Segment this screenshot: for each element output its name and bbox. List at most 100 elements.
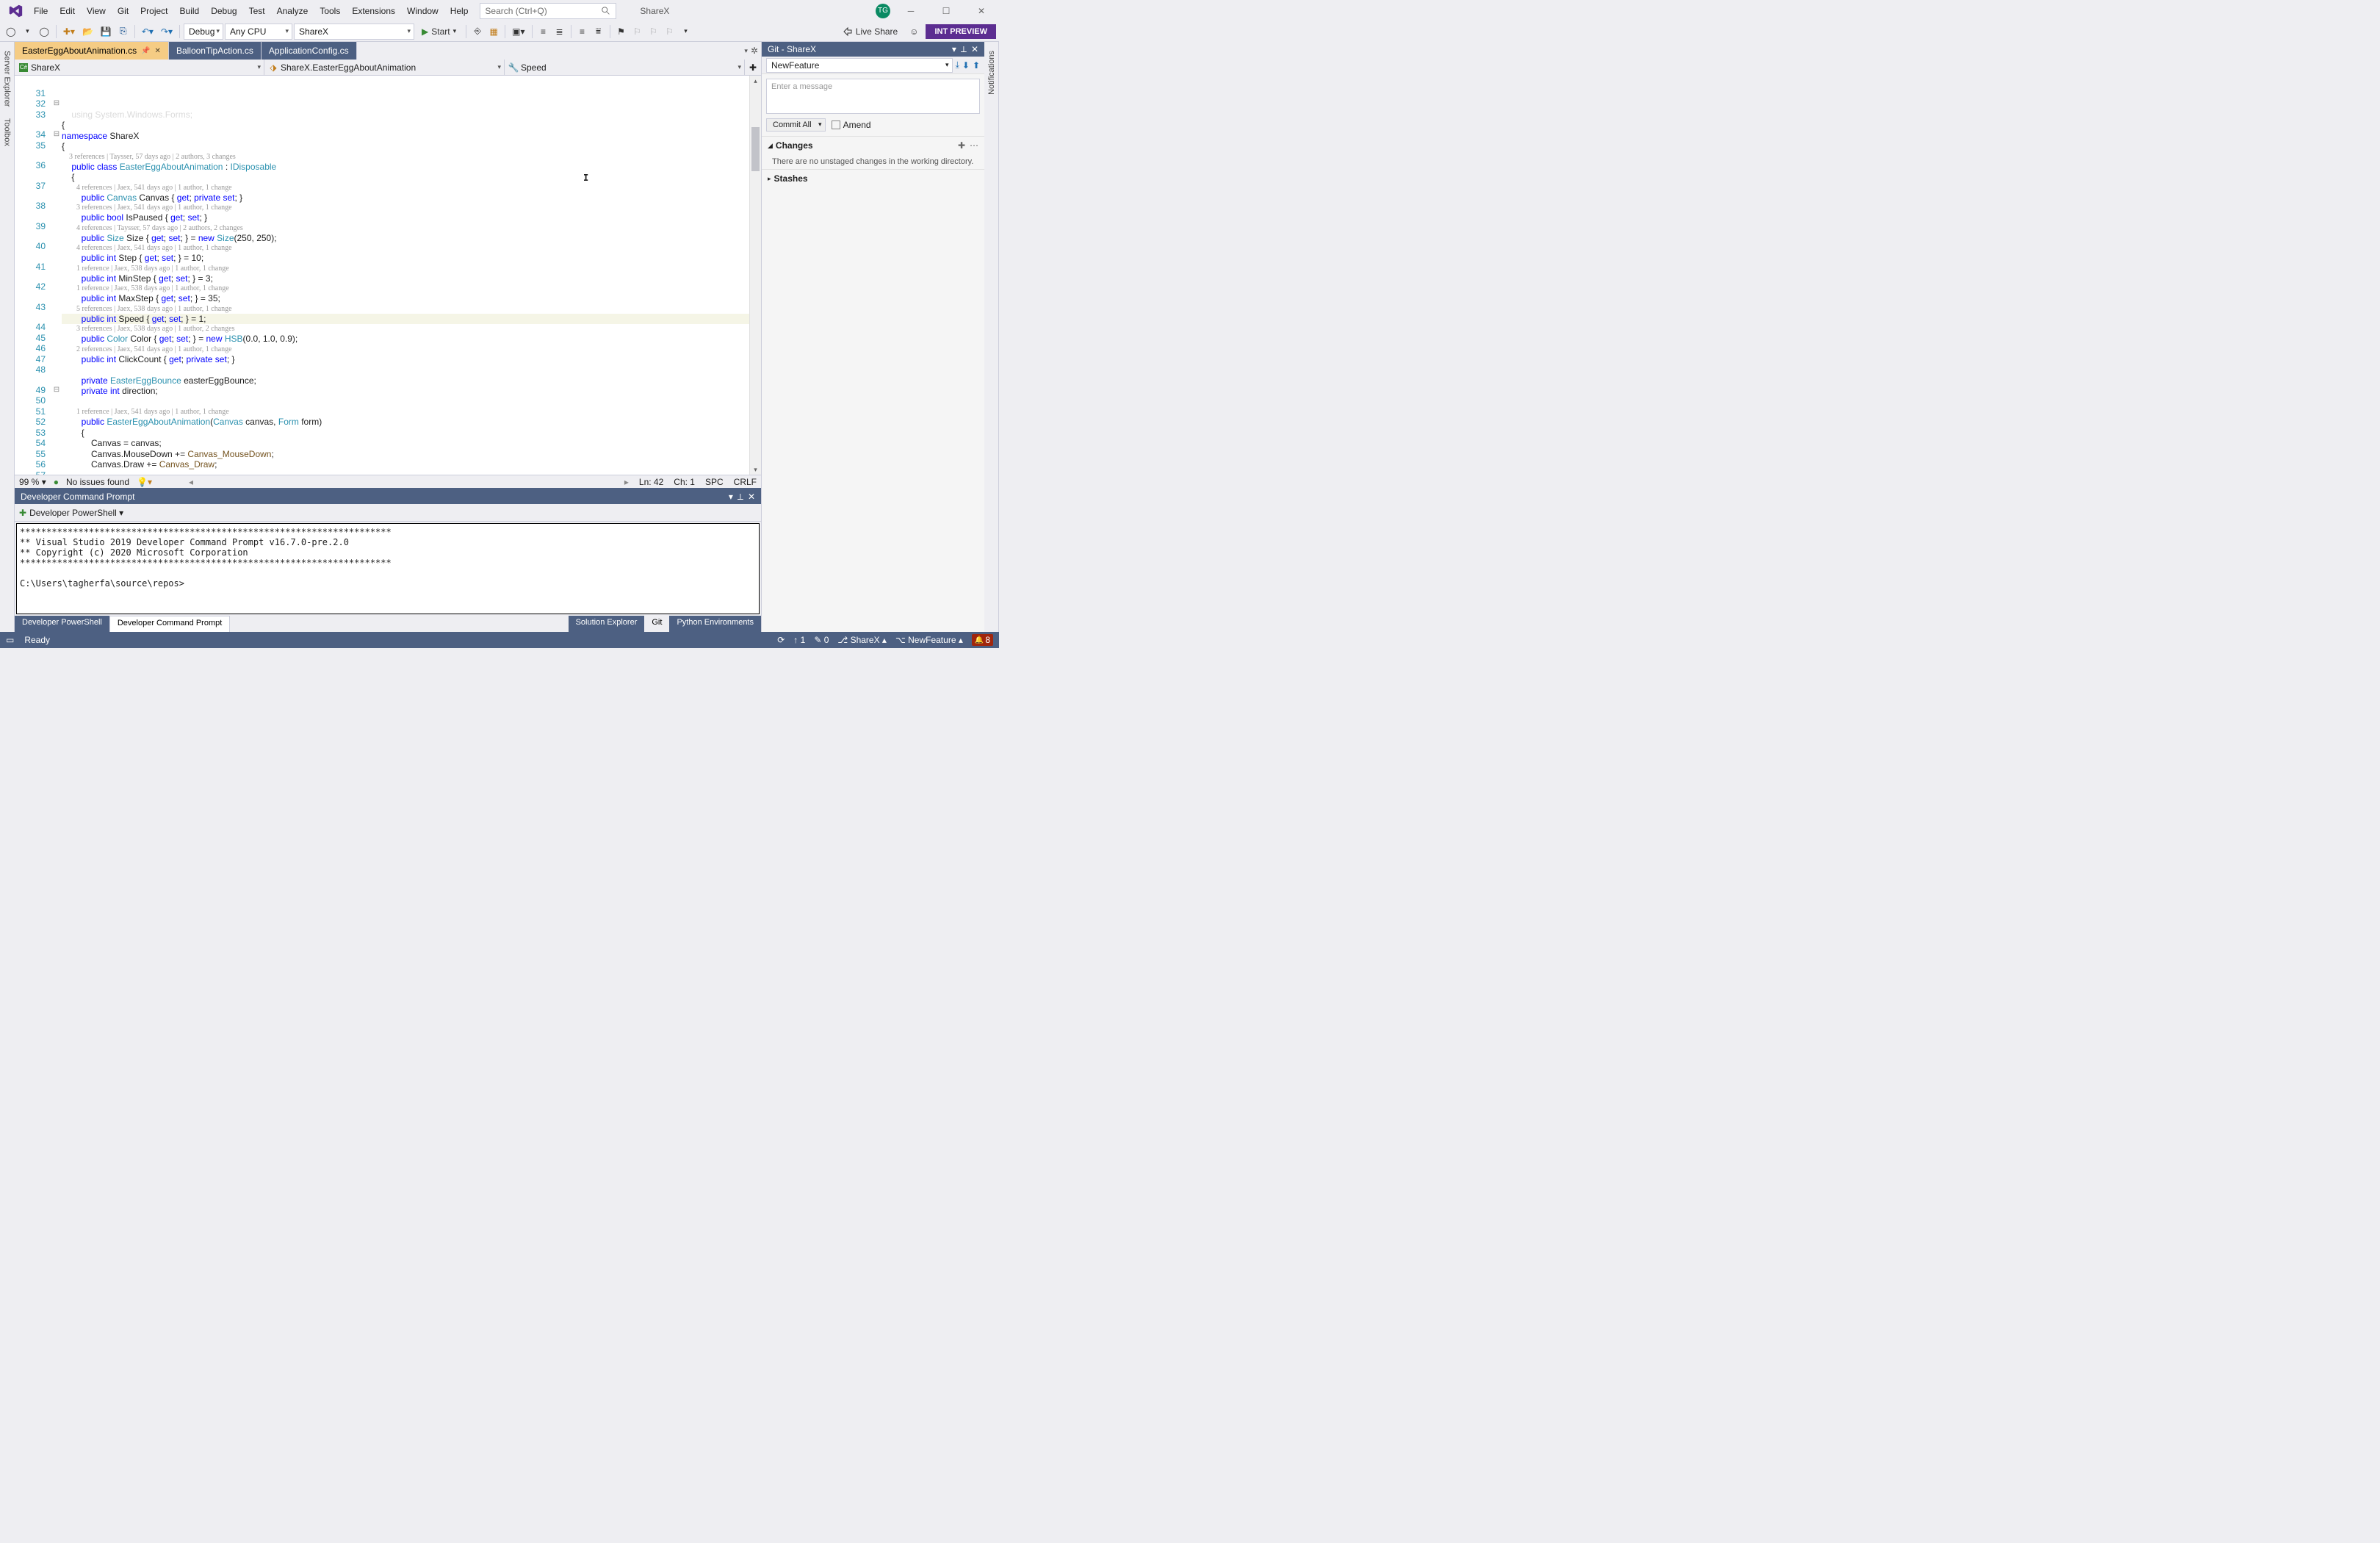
doc-tab[interactable]: EasterEggAboutAnimation.cs📌✕ (15, 42, 169, 60)
tool-window-tab[interactable]: Python Environments (669, 616, 761, 632)
tool-icon-5[interactable]: ⚐ (663, 24, 677, 40)
config-combo[interactable]: Debug (184, 24, 223, 40)
bookmark-icon[interactable]: ⚑ (614, 24, 629, 40)
nav-type-combo[interactable]: ⬗ ShareX.EasterEggAboutAnimation (264, 60, 505, 75)
save-icon[interactable]: 💾 (98, 24, 115, 40)
pull-icon[interactable]: ⬇ (962, 60, 970, 71)
nav-project-combo[interactable]: C# ShareX (15, 60, 264, 75)
save-all-icon[interactable]: ⎘ (116, 24, 131, 40)
nav-member-combo[interactable]: 🔧 Speed (505, 60, 745, 75)
terminal-tab[interactable]: Developer Command Prompt (109, 616, 230, 632)
side-tab-server-explorer[interactable]: Server Explorer (1, 45, 13, 112)
menu-window[interactable]: Window (401, 3, 444, 19)
tool-icon-3[interactable]: ⚐ (630, 24, 645, 40)
menu-tools[interactable]: Tools (314, 3, 346, 19)
hscroll-left-icon[interactable]: ◂ (189, 477, 193, 487)
repo-label[interactable]: ⎇ ShareX ▴ (837, 635, 887, 645)
menu-test[interactable]: Test (243, 3, 271, 19)
platform-combo[interactable]: Any CPU (225, 24, 292, 40)
menu-view[interactable]: View (81, 3, 112, 19)
menu-analyze[interactable]: Analyze (271, 3, 314, 19)
sync-icon[interactable]: ⟳ (777, 635, 785, 645)
tool-icon-1[interactable]: ▦ (486, 24, 501, 40)
commit-button[interactable]: Commit All (766, 118, 826, 132)
menu-edit[interactable]: Edit (54, 3, 81, 19)
issues-label[interactable]: No issues found (66, 477, 129, 487)
new-shell-button[interactable]: Developer PowerShell ▾ (29, 508, 123, 518)
commit-message-input[interactable]: Enter a message (766, 79, 980, 114)
fetch-icon[interactable]: ⤓ (956, 60, 959, 71)
terminal-body[interactable]: ****************************************… (16, 523, 760, 614)
doc-tab[interactable]: ApplicationConfig.cs (262, 42, 357, 60)
nav-split-icon[interactable]: ✚ (745, 60, 761, 75)
panel-dropdown-icon[interactable]: ▾ (952, 44, 956, 55)
menu-build[interactable]: Build (174, 3, 206, 19)
hscroll-right-icon[interactable]: ▸ (624, 477, 629, 487)
tool-icon-4[interactable]: ⚐ (646, 24, 661, 40)
stage-all-icon[interactable]: ✚ (958, 140, 965, 151)
menu-extensions[interactable]: Extensions (346, 3, 401, 19)
more-icon[interactable]: ⋯ (970, 140, 978, 151)
menu-debug[interactable]: Debug (205, 3, 242, 19)
redo-icon[interactable]: ↷▾ (158, 24, 176, 40)
overflow-icon[interactable]: ▾ (679, 24, 693, 40)
outgoing-count[interactable]: ↑ 1 (793, 635, 805, 645)
solution-label[interactable]: ShareX (631, 3, 678, 19)
minimize-button[interactable]: ─ (896, 1, 926, 21)
new-item-icon[interactable]: ✚▾ (60, 24, 78, 40)
doc-tab[interactable]: BalloonTipAction.cs (169, 42, 262, 60)
open-icon[interactable]: 📂 (79, 24, 96, 40)
panel-close-icon[interactable]: ✕ (971, 44, 978, 55)
comment-icon[interactable]: ⩸ (591, 24, 606, 40)
tool-window-tab[interactable]: Git (644, 616, 669, 632)
tool-icon-2[interactable]: ▣▾ (509, 24, 527, 40)
stashes-section-header[interactable]: ▸ Stashes (762, 169, 984, 187)
close-button[interactable]: ✕ (967, 1, 996, 21)
avatar[interactable]: TG (876, 4, 890, 18)
side-tab-toolbox[interactable]: Toolbox (1, 112, 13, 152)
panel-dropdown-icon[interactable]: ▾ (729, 492, 733, 503)
nav-back-icon[interactable]: ◯ (3, 24, 18, 40)
start-button[interactable]: ▶ Start ▾ (416, 24, 462, 40)
zoom-combo[interactable]: 99 % ▾ (19, 477, 46, 487)
scroll-up-icon[interactable]: ▴ (750, 76, 761, 86)
panel-pin-icon[interactable]: ⟂ (961, 44, 967, 55)
lightbulb-icon[interactable]: 💡▾ (137, 477, 152, 487)
lineending-label[interactable]: CRLF (734, 477, 757, 487)
tab-settings-icon[interactable]: ✲ (751, 46, 758, 56)
terminal-tab[interactable]: Developer PowerShell (15, 616, 109, 632)
nav-fwd2-icon[interactable]: ◯ (36, 24, 51, 40)
spaces-label[interactable]: SPC (705, 477, 724, 487)
menu-git[interactable]: Git (112, 3, 134, 19)
side-tab-notifications[interactable]: Notifications (986, 45, 998, 101)
vertical-scrollbar[interactable]: ▴ ▾ (749, 76, 761, 475)
notification-bell[interactable]: 🔔8 (972, 634, 993, 646)
tool-window-tab[interactable]: Solution Explorer (569, 616, 645, 632)
branch-combo[interactable]: NewFeature (766, 58, 953, 73)
tab-overflow-icon[interactable]: ▾ (744, 47, 748, 55)
nav-fwd-icon[interactable]: ▾ (20, 24, 35, 40)
close-icon[interactable]: ✕ (155, 47, 161, 55)
maximize-button[interactable]: ☐ (931, 1, 961, 21)
search-input[interactable]: Search (Ctrl+Q) (480, 3, 616, 19)
code-editor[interactable]: 3132333435363738394041424344454647484950… (15, 76, 761, 475)
step-icon[interactable]: ⎆ (470, 24, 485, 40)
panel-close-icon[interactable]: ✕ (748, 492, 755, 503)
branch-label[interactable]: ⌥ NewFeature ▴ (895, 635, 963, 645)
scroll-down-icon[interactable]: ▾ (750, 464, 761, 475)
scroll-thumb[interactable] (751, 127, 760, 171)
menu-project[interactable]: Project (134, 3, 173, 19)
undo-icon[interactable]: ↶▾ (139, 24, 156, 40)
feedback-icon[interactable]: ☺ (906, 24, 921, 40)
changes-section-header[interactable]: ◢ Changes ✚ ⋯ (762, 136, 984, 154)
startup-project-combo[interactable]: ShareX (294, 24, 414, 40)
incoming-count[interactable]: ✎ 0 (814, 635, 829, 645)
amend-checkbox[interactable]: Amend (832, 120, 871, 130)
outdent-icon[interactable]: ≣ (552, 24, 567, 40)
pin-icon[interactable]: 📌 (141, 47, 150, 55)
panel-pin-icon[interactable]: ⟂ (738, 492, 743, 503)
indent-icon[interactable]: ≡ (536, 24, 551, 40)
push-icon[interactable]: ⬆ (973, 60, 980, 71)
menu-help[interactable]: Help (444, 3, 475, 19)
menu-file[interactable]: File (28, 3, 54, 19)
